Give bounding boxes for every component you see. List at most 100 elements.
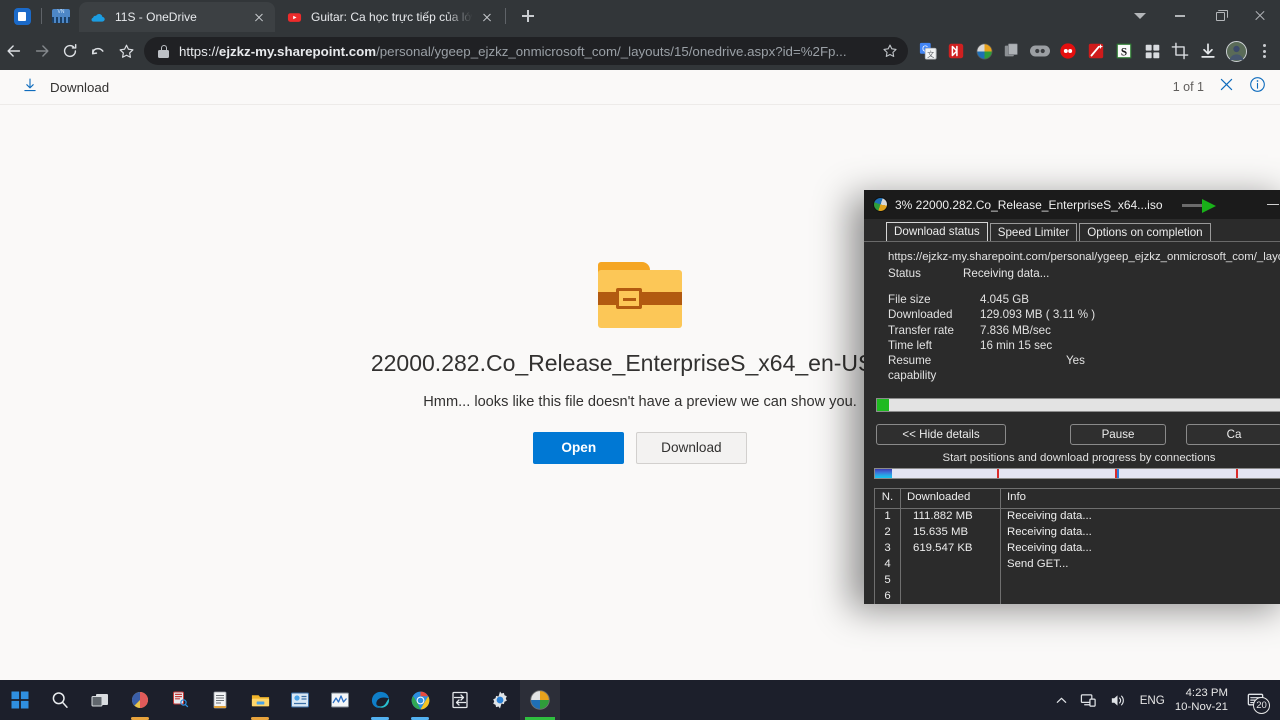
table-body: 1 111.882 MB Receiving data... 2 15.635 … [875, 508, 1280, 604]
notifications-icon[interactable]: 20 [1236, 680, 1274, 720]
widgets-icon[interactable] [120, 680, 160, 720]
cell-info [1001, 573, 1280, 589]
cell-downloaded: 619.547 KB [901, 540, 1001, 557]
edge-icon[interactable] [360, 680, 400, 720]
forward-button[interactable] [28, 37, 56, 65]
table-row[interactable]: 6 [875, 588, 1280, 604]
start-icon[interactable] [0, 680, 40, 720]
open-button[interactable]: Open [533, 431, 625, 464]
maximize-button[interactable] [1200, 0, 1240, 32]
transfer-app-icon[interactable] [440, 680, 480, 720]
idm-tab-bar: Download status Speed Limiter Options on… [864, 219, 1280, 241]
tab-download-status[interactable]: Download status [886, 222, 988, 241]
tab-options-on-completion[interactable]: Options on completion [1079, 223, 1211, 241]
download-icon [22, 77, 38, 98]
s-letter-icon[interactable]: S [1110, 37, 1138, 65]
avatar-icon[interactable] [1222, 37, 1250, 65]
idm-download-icon[interactable] [942, 37, 970, 65]
minimize-button[interactable] [1252, 190, 1280, 219]
close-window-button[interactable] [1240, 0, 1280, 32]
undo-arrow-icon[interactable] [84, 37, 112, 65]
magic-wand-icon[interactable] [1082, 37, 1110, 65]
copy-pages-icon[interactable] [998, 37, 1026, 65]
infinity-gray-icon[interactable] [1026, 37, 1054, 65]
onedrive-cloud-icon [90, 9, 106, 25]
cell-info [1001, 589, 1280, 604]
chrome-icon[interactable] [400, 680, 440, 720]
search-icon[interactable] [40, 680, 80, 720]
infinity-red-icon[interactable] [1054, 37, 1082, 65]
cancel-button[interactable]: Ca [1186, 423, 1280, 445]
close-icon[interactable] [479, 9, 495, 25]
table-row[interactable]: 4 Send GET... [875, 556, 1280, 573]
hide-details-button[interactable]: << Hide details [876, 423, 1006, 445]
language-indicator[interactable]: ENG [1132, 694, 1173, 707]
file-counter: 1 of 1 [1172, 80, 1204, 94]
onedrive-command-bar: Download 1 of 1 [0, 70, 1280, 105]
idm-globe-icon[interactable] [970, 37, 998, 65]
tab-speed-limiter[interactable]: Speed Limiter [989, 223, 1078, 241]
network-icon[interactable] [1074, 680, 1103, 720]
grid-apps-icon[interactable] [1138, 37, 1166, 65]
browser-tab-title: 11S - OneDrive [115, 10, 197, 24]
info-icon[interactable] [1249, 76, 1266, 98]
vn-keyboard-icon[interactable] [47, 2, 75, 30]
idm-button-row: << Hide details Pause Ca [876, 423, 1280, 445]
table-row[interactable]: 3 619.547 KB Receiving data... [875, 540, 1280, 557]
download-button[interactable]: Download [636, 431, 747, 464]
connections-caption: Start positions and download progress by… [942, 451, 1216, 464]
settings-gear-icon[interactable] [480, 680, 520, 720]
google-translate-icon[interactable]: G文 [914, 37, 942, 65]
detail-value: 129.093 MB ( 3.11 % ) [980, 308, 1096, 322]
no-preview-message: Hmm... looks like this file doesn't have… [423, 393, 857, 410]
clock[interactable]: 4:23 PM 10-Nov-21 [1173, 686, 1236, 714]
idm-icon[interactable] [520, 680, 560, 720]
cell-downloaded: 111.882 MB [901, 508, 1001, 525]
download-icon[interactable] [1194, 37, 1222, 65]
cell-n: 4 [875, 556, 901, 573]
volume-icon[interactable] [1103, 680, 1132, 720]
detail-row-downloaded: Downloaded 129.093 MB ( 3.11 % ) [888, 307, 1280, 322]
idm-title-bar[interactable]: 3% 22000.282.Co_Release_EnterpriseS_x64.… [864, 190, 1280, 219]
table-row[interactable]: 2 15.635 MB Receiving data... [875, 524, 1280, 541]
notepad-icon[interactable] [200, 680, 240, 720]
detail-label: Downloaded [888, 308, 953, 322]
control-panel-icon[interactable] [280, 680, 320, 720]
minimize-button[interactable] [1160, 0, 1200, 32]
browser-tab-onedrive[interactable]: 11S - OneDrive [79, 2, 275, 32]
detail-value: 4.045 GB [980, 293, 1029, 306]
clock-time: 4:23 PM [1185, 687, 1228, 699]
reload-button[interactable] [56, 37, 84, 65]
address-bar[interactable]: https://ejzkz-my.sharepoint.com/personal… [144, 37, 908, 65]
tab-search-icon[interactable] [8, 2, 36, 30]
cell-n: 6 [875, 588, 901, 604]
close-icon[interactable] [1218, 76, 1235, 98]
three-dot-menu-icon[interactable] [1250, 37, 1278, 65]
detail-label: Time left [888, 338, 933, 352]
chevron-up-icon[interactable] [1049, 680, 1074, 720]
table-row[interactable]: 1 111.882 MB Receiving data... [875, 508, 1280, 525]
url-text: https://ejzkz-my.sharepoint.com/personal… [179, 43, 847, 59]
star-bookmark-icon[interactable] [882, 43, 898, 59]
snipping-tool-icon[interactable] [160, 680, 200, 720]
file-explorer-icon[interactable] [240, 680, 280, 720]
browser-tab-youtube[interactable]: Guitar: Ca học trực tiếp của lớp g [275, 2, 503, 32]
pause-button[interactable]: Pause [1070, 423, 1166, 445]
new-tab-button[interactable] [514, 2, 542, 30]
performance-monitor-icon[interactable] [320, 680, 360, 720]
close-icon[interactable] [251, 9, 267, 25]
cell-n: 5 [875, 572, 901, 589]
back-button[interactable] [0, 37, 28, 65]
bookmark-star-icon[interactable] [112, 37, 140, 65]
crop-icon[interactable] [1166, 37, 1194, 65]
download-command-button[interactable]: Download [22, 77, 109, 98]
cell-info: Receiving data... [1007, 525, 1092, 538]
cell-downloaded [901, 572, 1001, 589]
connections-table: N. Downloaded Info 1 111.882 MB Receivin… [874, 487, 1280, 604]
detail-value: 7.836 MB/sec [980, 323, 1051, 337]
idm-title-text: 3% 22000.282.Co_Release_EnterpriseS_x64.… [895, 197, 1163, 212]
table-row[interactable]: 5 [875, 572, 1280, 589]
tab-list-chevron-down-icon[interactable] [1120, 0, 1160, 32]
iso-file-icon [598, 261, 682, 328]
task-view-icon[interactable] [80, 680, 120, 720]
